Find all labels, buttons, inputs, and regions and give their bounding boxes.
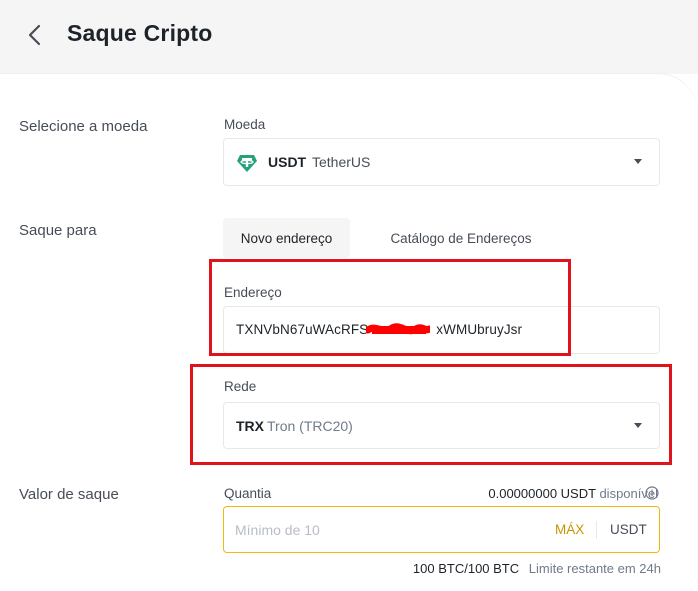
coin-name: TetherUS (312, 154, 371, 170)
chevron-left-icon (28, 24, 41, 46)
back-button[interactable] (22, 20, 50, 50)
coin-select[interactable]: USDT TetherUS (223, 138, 660, 186)
address-highlight-box (209, 259, 571, 356)
withdraw-to-label: Saque para (19, 222, 97, 239)
amount-input[interactable] (235, 517, 535, 543)
tab-new-address[interactable]: Novo endereço (223, 218, 350, 258)
withdraw-limit: 100 BTC/100 BTC Limite restante em 24h (413, 561, 661, 576)
amount-section-label: Valor de saque (19, 486, 119, 503)
limit-label: Limite restante em 24h (528, 561, 661, 576)
network-highlight-box (190, 364, 672, 465)
coin-field-label: Moeda (224, 117, 266, 132)
info-icon[interactable] (645, 486, 659, 500)
tab-address-book[interactable]: Catálogo de Endereços (372, 218, 550, 258)
limit-value: 100 BTC/100 BTC (412, 561, 520, 576)
caret-down-icon (634, 159, 642, 164)
page-title: Saque Cripto (67, 20, 213, 46)
amount-field-label: Quantia (224, 486, 272, 501)
divider (596, 521, 597, 539)
max-button[interactable]: MÁX (555, 522, 584, 537)
coin-section-label: Selecione a moeda (19, 118, 148, 135)
amount-field[interactable]: MÁX USDT (223, 506, 660, 553)
amount-unit: USDT (610, 522, 647, 537)
available-balance: 0.00000000 USDT disponível (488, 486, 658, 501)
coin-symbol: USDT (268, 154, 307, 170)
available-value: 0.00000000 USDT (488, 486, 596, 501)
tether-icon (237, 155, 257, 172)
